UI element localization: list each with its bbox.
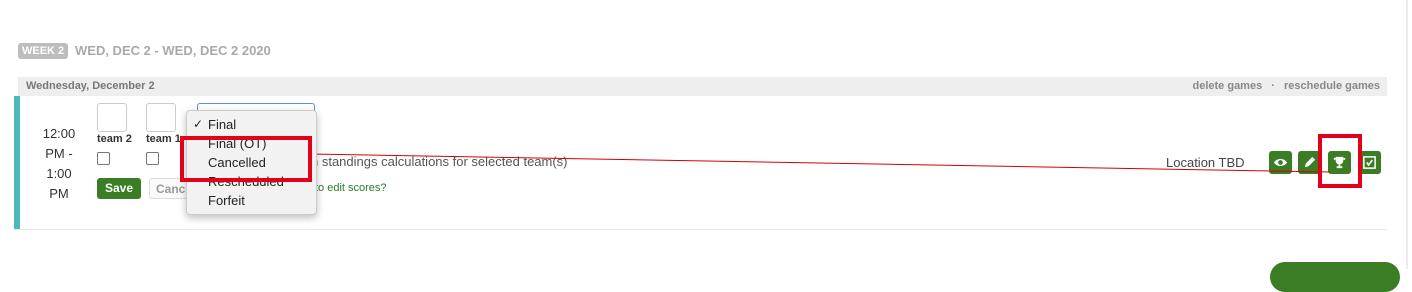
highlight-cancelled-box — [180, 136, 312, 182]
check-icon: ✓ — [193, 117, 204, 131]
scrollbar-track — [1406, 0, 1408, 269]
status-option-final[interactable]: ✓ Final — [187, 115, 316, 134]
highlight-trophy-box — [1318, 134, 1362, 188]
status-option-forfeit[interactable]: Forfeit — [187, 191, 316, 210]
partial-green-button[interactable] — [1270, 262, 1400, 292]
